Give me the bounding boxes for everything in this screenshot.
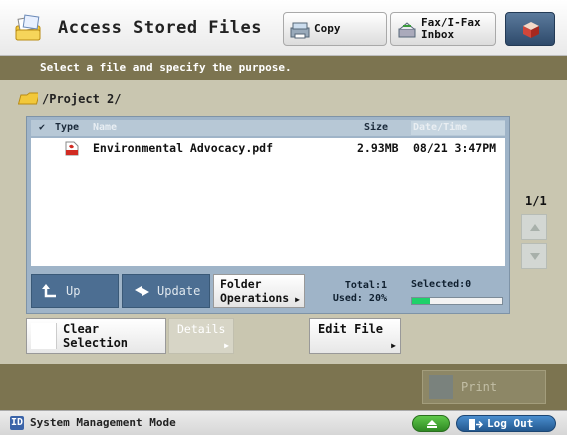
clear-selection-button[interactable]: Clear Selection (26, 318, 166, 354)
selected-count: Selected:0 (411, 279, 472, 290)
file-row[interactable]: Environmental Advocacy.pdf 2.93MB 08/21 … (31, 138, 505, 158)
system-mode-label: System Management Mode (30, 416, 176, 429)
file-date: 08/21 3:47PM (413, 141, 497, 155)
copy-button[interactable]: Copy (283, 12, 387, 46)
print-label: Print (461, 380, 498, 394)
used-percent: Used: 20% (332, 293, 387, 304)
file-size: 2.93MB (357, 141, 399, 155)
clear-selection-label: Clear Selection (63, 322, 129, 350)
folder-operations-button[interactable]: Folder Operations ▶ (213, 274, 305, 308)
copy-label: Copy (314, 22, 341, 35)
print-icon (429, 375, 453, 399)
stored-files-icon (12, 12, 44, 44)
page-down-button[interactable] (521, 243, 547, 269)
eject-button[interactable] (412, 415, 450, 432)
page-indicator: 1/1 (525, 194, 547, 208)
checkbox-icon (31, 323, 57, 349)
cube-icon (523, 22, 539, 38)
edit-file-label: Edit File (318, 322, 384, 336)
usage-bar-fill (412, 298, 430, 304)
logout-icon (469, 419, 483, 430)
select-all-check-icon[interactable]: ✔ (39, 122, 45, 133)
id-badge-icon: ID (10, 416, 24, 430)
pdf-file-icon (65, 141, 79, 156)
copier-icon (290, 20, 310, 40)
update-button[interactable]: Update (122, 274, 210, 308)
file-name: Environmental Advocacy.pdf (93, 141, 274, 155)
up-arrow-icon (42, 284, 56, 298)
column-date[interactable]: Date/Time (411, 121, 505, 135)
edit-file-button[interactable]: Edit File ▶ (309, 318, 401, 354)
fax-inbox-button[interactable]: Fax/I-Fax Inbox (390, 12, 496, 46)
chevron-right-icon: ▶ (391, 341, 396, 350)
logout-label: Log Out (487, 417, 534, 430)
print-button[interactable]: Print (422, 370, 546, 404)
details-button[interactable]: Details ▶ (168, 318, 234, 354)
fax-label: Fax/I-Fax Inbox (421, 16, 481, 41)
total-count: Total:1 (344, 280, 387, 291)
update-label: Update (157, 284, 201, 298)
storage-stats: Total:1 Used: 20% (327, 279, 387, 305)
details-label: Details (177, 322, 226, 336)
usage-bar (411, 297, 503, 305)
logout-button[interactable]: Log Out (456, 415, 556, 432)
title-bar: Access Stored Files Copy Fax/I-Fax Inbox (0, 0, 567, 56)
eject-icon (427, 420, 437, 428)
screen: Access Stored Files Copy Fax/I-Fax Inbox (0, 0, 567, 435)
up-button[interactable]: Up (31, 274, 119, 308)
list-header: ✔ Type Name Size Date/Time (31, 120, 505, 136)
chevron-right-icon: ▶ (224, 341, 229, 350)
status-footer: ID System Management Mode Log Out (0, 410, 567, 435)
instruction-text: Select a file and specify the purpose. (0, 56, 567, 80)
folder-operations-label: Folder Operations (220, 277, 290, 305)
file-list: Environmental Advocacy.pdf 2.93MB 08/21 … (31, 138, 505, 266)
triangle-down-icon (530, 253, 540, 260)
up-label: Up (66, 284, 81, 298)
column-name[interactable]: Name (93, 122, 117, 133)
chevron-right-icon: ▶ (295, 295, 300, 304)
settings-menu-button[interactable] (505, 12, 555, 46)
refresh-icon (135, 286, 149, 296)
print-bar: Print (0, 364, 567, 410)
column-type[interactable]: Type (55, 122, 79, 133)
page-up-button[interactable] (521, 214, 547, 240)
breadcrumb-path: /Project 2/ (42, 92, 122, 106)
folder-icon (18, 92, 38, 105)
file-list-panel: ✔ Type Name Size Date/Time Environmental… (26, 116, 510, 314)
page-title: Access Stored Files (58, 18, 262, 38)
breadcrumb: /Project 2/ (18, 90, 121, 108)
triangle-up-icon (530, 224, 540, 231)
column-size[interactable]: Size (364, 122, 388, 133)
fax-icon (397, 20, 417, 40)
